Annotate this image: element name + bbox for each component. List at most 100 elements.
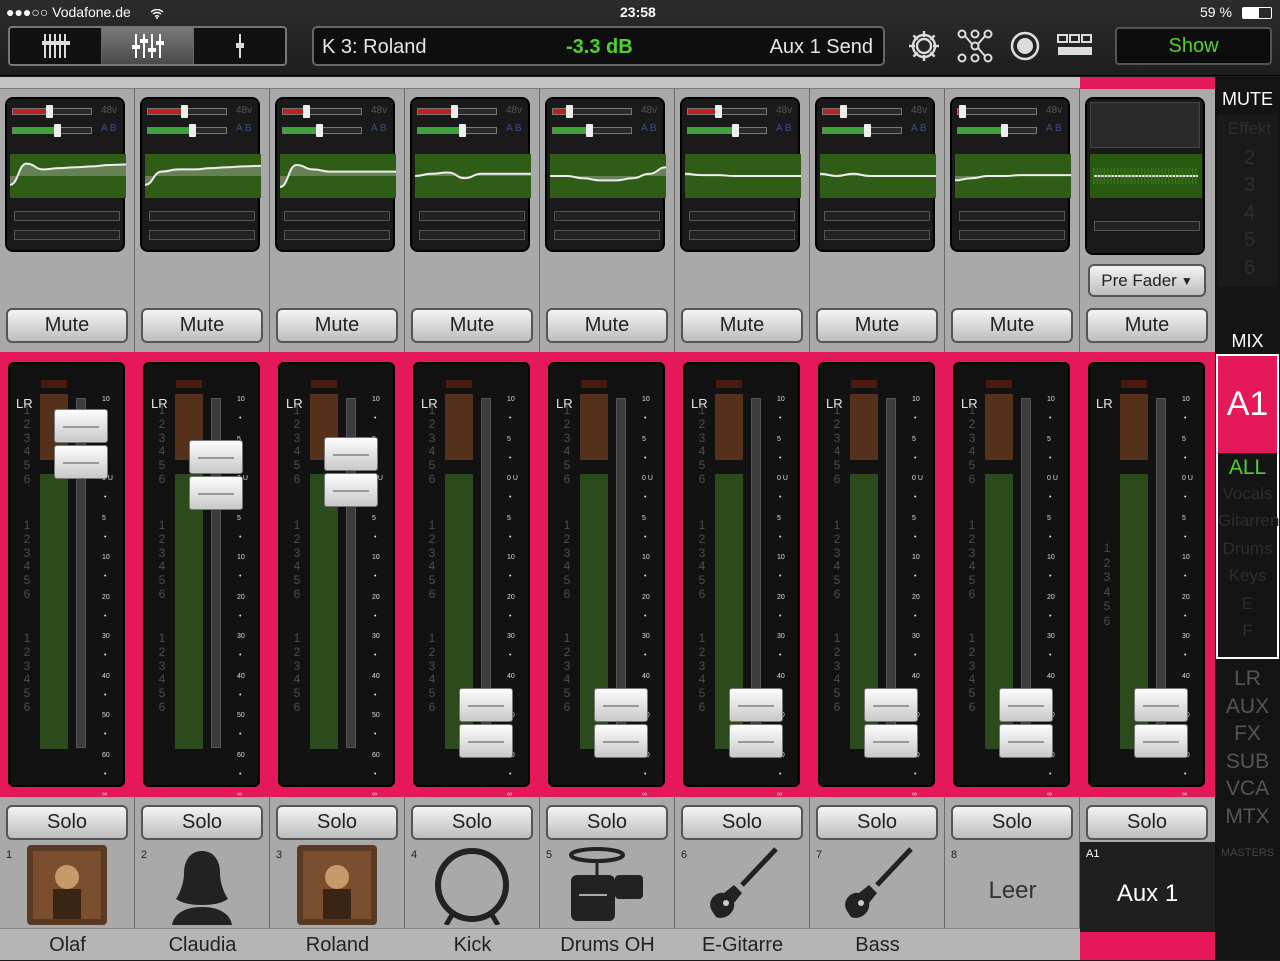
bus-type-item[interactable]: SUB bbox=[1215, 750, 1280, 774]
mix-group-item[interactable]: Gitarren bbox=[1218, 511, 1279, 531]
solo-button[interactable]: Solo bbox=[411, 805, 533, 840]
wifi-icon bbox=[150, 6, 164, 19]
aux-solo-button[interactable]: Solo bbox=[1086, 805, 1208, 840]
gain-green-fill bbox=[958, 128, 1004, 133]
photo-icon[interactable] bbox=[27, 845, 107, 925]
solo-button[interactable]: Solo bbox=[141, 805, 263, 840]
solo-button[interactable]: Solo bbox=[6, 805, 128, 840]
view-selector bbox=[8, 26, 287, 66]
gain-red-fill bbox=[148, 109, 184, 114]
record-icon[interactable] bbox=[1005, 26, 1045, 66]
mix-group-item[interactable]: Drums bbox=[1218, 539, 1277, 559]
channel-overview-panel[interactable]: 48v A B bbox=[275, 97, 396, 252]
mix-group-item[interactable]: E bbox=[1218, 594, 1277, 614]
gain-red-indicator bbox=[282, 105, 362, 118]
active-mix-tag[interactable]: A1 bbox=[1218, 356, 1277, 453]
meter-number: 6 bbox=[158, 472, 166, 486]
show-button[interactable]: Show bbox=[1115, 27, 1272, 65]
channel-overview-panel[interactable]: 48v A B bbox=[680, 97, 801, 252]
mute-button[interactable]: Mute bbox=[276, 308, 398, 343]
fader-knob-top bbox=[324, 436, 378, 471]
fader-tick-label: 40 bbox=[642, 672, 650, 680]
solo-button[interactable]: Solo bbox=[681, 805, 803, 840]
channel-fader-knob[interactable] bbox=[54, 409, 108, 483]
drum-icon[interactable] bbox=[432, 845, 512, 927]
single-channel-view-tab[interactable] bbox=[194, 28, 285, 64]
settings-gear-icon[interactable] bbox=[904, 26, 944, 66]
channel-overview-panel[interactable]: 48v A B bbox=[815, 97, 936, 252]
meter-number: 5 bbox=[968, 573, 976, 588]
aux-fader-knob[interactable] bbox=[1134, 687, 1188, 762]
photo-icon[interactable] bbox=[297, 845, 377, 925]
channel-fader-knob[interactable] bbox=[864, 687, 918, 762]
bus-type-item[interactable]: MTX bbox=[1215, 805, 1280, 829]
mute-group-item[interactable]: 3 bbox=[1217, 174, 1280, 197]
mix-group-item[interactable]: Keys bbox=[1218, 566, 1277, 586]
layout-grid-icon[interactable] bbox=[1055, 26, 1095, 66]
channel-name[interactable]: Drums OH bbox=[540, 928, 675, 960]
fader-tick-label: 40 bbox=[237, 672, 245, 680]
channel-overview-panel[interactable]: 48v A B bbox=[140, 97, 262, 252]
aux-mute-button[interactable]: Mute bbox=[1086, 308, 1208, 343]
fader-tick-dot: • bbox=[644, 573, 647, 580]
mute-button[interactable]: Mute bbox=[681, 308, 803, 343]
mute-button[interactable]: Mute bbox=[546, 308, 668, 343]
fader-tick-dot: • bbox=[239, 415, 242, 422]
phantom-label: 48v bbox=[641, 105, 658, 116]
mute-group-item[interactable]: Effekt bbox=[1217, 119, 1280, 139]
bus-type-item[interactable]: AUX bbox=[1215, 695, 1280, 719]
mute-button[interactable]: Mute bbox=[411, 308, 533, 343]
channel-name[interactable]: Claudia bbox=[135, 928, 270, 960]
solo-button[interactable]: Solo bbox=[546, 805, 668, 840]
channel-fader-knob[interactable] bbox=[999, 687, 1053, 762]
channel-fader-knob[interactable] bbox=[189, 440, 243, 514]
mute-group-item[interactable]: 2 bbox=[1217, 147, 1280, 170]
mute-button[interactable]: Mute bbox=[816, 308, 938, 343]
meter-number: 6 bbox=[563, 700, 571, 714]
aux-top-divider bbox=[1080, 77, 1215, 89]
mute-group-item[interactable]: 4 bbox=[1217, 202, 1280, 225]
channel-name[interactable] bbox=[945, 928, 1080, 960]
mute-group-item[interactable]: 6 bbox=[1217, 257, 1280, 280]
meter-number: 2 bbox=[563, 531, 571, 546]
channel-overview-panel[interactable]: 48v A B bbox=[410, 97, 531, 252]
channel-overview-panel[interactable]: 48v A B bbox=[950, 97, 1071, 252]
channel-fader-knob[interactable] bbox=[459, 687, 513, 762]
channel-name[interactable]: Olaf bbox=[0, 928, 135, 960]
mute-button[interactable]: Mute bbox=[141, 308, 263, 343]
channel-name[interactable]: Roland bbox=[270, 928, 405, 960]
channel-name[interactable]: Bass bbox=[810, 928, 945, 960]
bass-guitar-icon[interactable] bbox=[837, 845, 917, 925]
solo-button[interactable]: Solo bbox=[951, 805, 1073, 840]
bus-type-item[interactable]: FX bbox=[1215, 722, 1280, 746]
channel-fader-knob[interactable] bbox=[729, 687, 783, 762]
channel-fader-knob[interactable] bbox=[594, 687, 648, 762]
channel-overview-panel[interactable]: 48v A B bbox=[545, 97, 667, 252]
channels-view-tab[interactable] bbox=[10, 28, 102, 64]
solo-button[interactable]: Solo bbox=[276, 805, 398, 840]
meter-number: 6 bbox=[698, 472, 706, 486]
mix-group-item[interactable]: ALL bbox=[1218, 456, 1277, 480]
mute-button[interactable]: Mute bbox=[951, 308, 1073, 343]
pre-fader-select[interactable]: Pre Fader ▼ bbox=[1088, 264, 1206, 297]
dynamics-bar bbox=[824, 211, 930, 221]
channel-overview-panel[interactable]: 48v A B bbox=[5, 97, 127, 252]
mute-button[interactable]: Mute bbox=[6, 308, 128, 343]
channel-name[interactable]: E-Gitarre bbox=[675, 928, 810, 960]
mute-group-item[interactable]: 5 bbox=[1217, 229, 1280, 252]
electric-guitar-icon[interactable] bbox=[702, 845, 782, 925]
meter-number: 2 bbox=[833, 531, 841, 546]
solo-button[interactable]: Solo bbox=[816, 805, 938, 840]
channel-name[interactable]: Kick bbox=[405, 928, 540, 960]
person-silhouette-icon[interactable] bbox=[162, 845, 242, 925]
routing-matrix-icon[interactable] bbox=[955, 26, 995, 66]
aux-overview-panel[interactable] bbox=[1085, 97, 1205, 255]
bus-type-item[interactable]: LR bbox=[1215, 667, 1280, 691]
mix-group-item[interactable]: F bbox=[1218, 621, 1277, 641]
mix-group-item[interactable]: Vocals bbox=[1218, 484, 1277, 504]
bus-type-item[interactable]: VCA bbox=[1215, 777, 1280, 801]
channel-fader-knob[interactable] bbox=[324, 436, 378, 511]
fader-knob-top bbox=[189, 440, 243, 475]
mix-view-tab[interactable] bbox=[102, 28, 194, 64]
drumkit-icon[interactable] bbox=[567, 845, 647, 925]
